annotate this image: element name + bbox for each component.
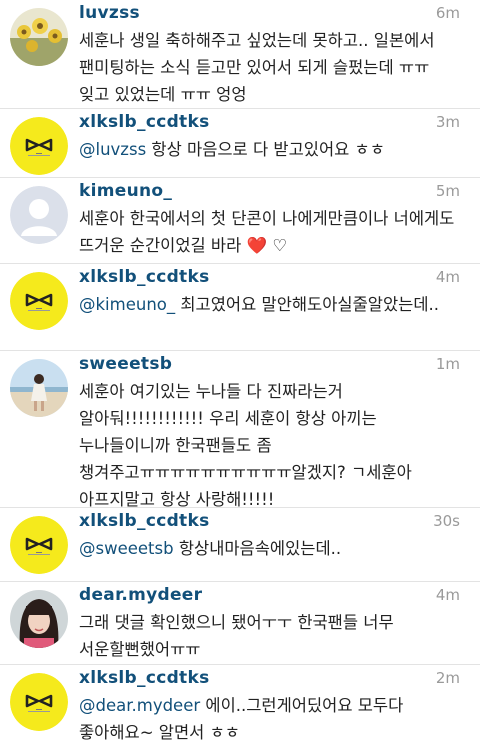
yellow-bow-logo-avatar[interactable] xyxy=(10,117,68,175)
comment-feed: luvzss 6m 세훈나 생일 축하해주고 싶었는데 못하고.. 일본에서 팬… xyxy=(0,0,480,752)
comment-text: 세훈아 한국에서의 첫 단콘이 나에게만큼이나 너에게도 뜨거운 순간이었길 바… xyxy=(79,205,480,259)
comment-item: kimeuno_ 5m 세훈아 한국에서의 첫 단콘이 나에게만큼이나 너에게도… xyxy=(0,178,480,264)
comment-username[interactable]: sweeetsb xyxy=(79,352,480,376)
comment-body: 세훈아 한국에서의 첫 단콘이 나에게만큼이나 너에게도 뜨거운 순간이었길 바… xyxy=(79,209,455,255)
comment-timestamp: 3m xyxy=(435,113,460,131)
comment-item: xlkslb_ccdtks 3m @luvzss 항상 마음으로 다 받고있어요… xyxy=(0,109,480,178)
girl-portrait-avatar[interactable] xyxy=(10,590,68,648)
comment-timestamp: 5m xyxy=(435,182,460,200)
comment-body: 세훈나 생일 축하해주고 싶었는데 못하고.. 일본에서 팬미팅하는 소식 듣고… xyxy=(79,31,435,104)
mention-link[interactable]: @dear.mydeer xyxy=(79,696,200,715)
comment-username[interactable]: xlkslb_ccdtks xyxy=(79,509,480,533)
comment-text: 그래 댓글 확인했으니 됐어ㅜㅜ 한국팬들 너무 서운할뻔했어ㅠㅠ xyxy=(79,609,480,663)
comment-text: @sweeetsb 항상내마음속에있는데.. xyxy=(79,535,480,562)
yellow-bow-logo-avatar[interactable] xyxy=(10,673,68,731)
comment-timestamp: 2m xyxy=(435,669,460,687)
comment-item: xlkslb_ccdtks 4m @kimeuno_ 최고였어요 말안해도아실줄… xyxy=(0,264,480,351)
comment-body: 항상 마음으로 다 받고있어요 ㅎㅎ xyxy=(146,140,385,159)
comment-username[interactable]: xlkslb_ccdtks xyxy=(79,265,480,289)
comment-text: @dear.mydeer 에이..그런게어딨어요 모두다 좋아해요~ 알면서 ㅎ… xyxy=(79,692,480,746)
yellow-bow-logo-avatar[interactable] xyxy=(10,516,68,574)
comment-text: 세훈나 생일 축하해주고 싶었는데 못하고.. 일본에서 팬미팅하는 소식 듣고… xyxy=(79,27,480,108)
comment-username[interactable]: xlkslb_ccdtks xyxy=(79,110,480,134)
comment-item: luvzss 6m 세훈나 생일 축하해주고 싶었는데 못하고.. 일본에서 팬… xyxy=(0,0,480,109)
comment-username[interactable]: kimeuno_ xyxy=(79,179,480,203)
comment-item: xlkslb_ccdtks 2m @dear.mydeer 에이..그런게어딨어… xyxy=(0,665,480,752)
comment-timestamp: 4m xyxy=(435,268,460,286)
comment-username[interactable]: dear.mydeer xyxy=(79,583,480,607)
comment-item: sweeetsb 1m 세훈아 여기있는 누나들 다 진짜라는거 알아둬!!!!… xyxy=(0,351,480,509)
comment-timestamp: 1m xyxy=(435,355,460,373)
comment-body: 그래 댓글 확인했으니 됐어ㅜㅜ 한국팬들 너무 서운할뻔했어ㅠㅠ xyxy=(79,613,394,659)
comment-timestamp: 30s xyxy=(433,512,460,530)
mention-link[interactable]: @kimeuno_ xyxy=(79,295,175,314)
comment-body: 항상내마음속에있는데.. xyxy=(173,539,342,558)
sunflower-photo-avatar[interactable] xyxy=(10,8,68,66)
comment-item: dear.mydeer 4m 그래 댓글 확인했으니 됐어ㅜㅜ 한국팬들 너무 … xyxy=(0,582,480,665)
default-person-avatar[interactable] xyxy=(10,186,68,244)
yellow-bow-logo-avatar[interactable] xyxy=(10,272,68,330)
comment-item: xlkslb_ccdtks 30s @sweeetsb 항상내마음속에있는데.. xyxy=(0,508,480,582)
comment-timestamp: 4m xyxy=(435,586,460,604)
comment-text: 세훈아 여기있는 누나들 다 진짜라는거 알아둬!!!!!!!!!!!! 우리 … xyxy=(79,378,480,513)
beach-photo-avatar[interactable] xyxy=(10,359,68,417)
comment-username[interactable]: xlkslb_ccdtks xyxy=(79,666,480,690)
comment-text: @luvzss 항상 마음으로 다 받고있어요 ㅎㅎ xyxy=(79,136,480,163)
comment-username[interactable]: luvzss xyxy=(79,1,480,25)
comment-body: 세훈아 여기있는 누나들 다 진짜라는거 알아둬!!!!!!!!!!!! 우리 … xyxy=(79,382,412,509)
comment-text: @kimeuno_ 최고였어요 말안해도아실줄알았는데.. xyxy=(79,291,480,318)
comment-timestamp: 6m xyxy=(435,4,460,22)
mention-link[interactable]: @sweeetsb xyxy=(79,539,174,558)
comment-body: 최고였어요 말안해도아실줄알았는데.. xyxy=(175,295,439,314)
mention-link[interactable]: @luvzss xyxy=(79,140,146,159)
